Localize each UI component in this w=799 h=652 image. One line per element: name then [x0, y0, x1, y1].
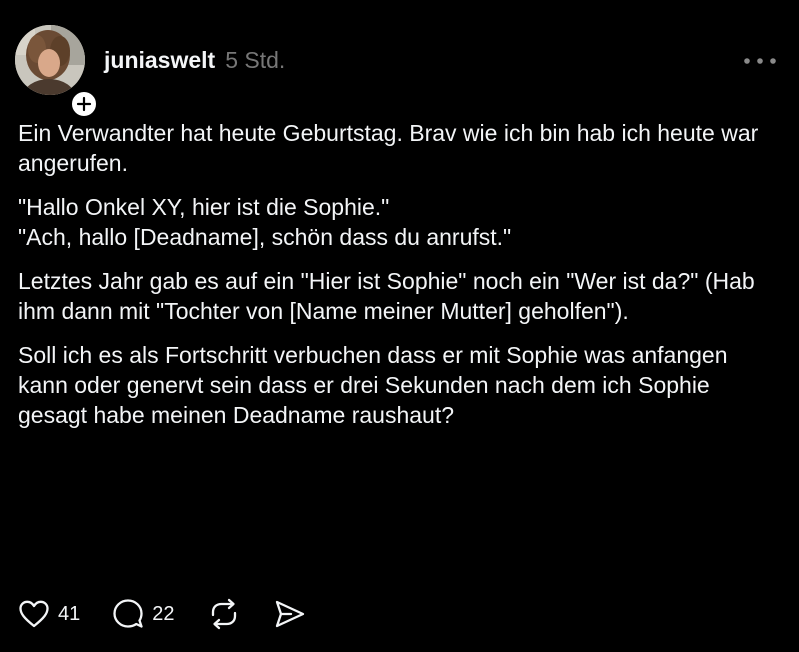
- like-button[interactable]: 41: [18, 599, 80, 629]
- follow-button[interactable]: [69, 89, 99, 119]
- post-header: juniaswelt 5 Std.: [104, 47, 285, 77]
- post-paragraph-3: Letztes Jahr gab es auf ein "Hier ist So…: [18, 268, 755, 324]
- comment-icon: [112, 598, 144, 630]
- post-paragraph-4: Soll ich es als Fortschritt verbuchen da…: [18, 342, 728, 428]
- author-avatar-container[interactable]: [15, 25, 99, 119]
- more-options-button[interactable]: [738, 48, 782, 74]
- plus-icon: [76, 96, 92, 112]
- more-horizontal-icon: [742, 56, 778, 66]
- share-button[interactable]: [273, 598, 307, 630]
- heart-icon: [18, 599, 50, 629]
- send-icon: [273, 598, 307, 630]
- post-paragraph-1: Ein Verwandter hat heute Geburtstag. Bra…: [18, 120, 759, 176]
- repost-icon: [207, 598, 241, 630]
- author-username[interactable]: juniaswelt: [104, 47, 215, 74]
- post-paragraph-2: "Hallo Onkel XY, hier ist die Sophie." "…: [18, 194, 512, 250]
- thread-post: juniaswelt 5 Std. Ein Verwandter hat heu…: [0, 0, 799, 652]
- post-actions: 41 22: [18, 594, 339, 634]
- avatar[interactable]: [15, 25, 85, 95]
- reply-button[interactable]: 22: [112, 598, 175, 630]
- post-body: Ein Verwandter hat heute Geburtstag. Bra…: [18, 118, 783, 444]
- reply-count: 22: [152, 602, 175, 625]
- post-timestamp[interactable]: 5 Std.: [225, 47, 285, 74]
- repost-button[interactable]: [207, 598, 241, 630]
- like-count: 41: [58, 602, 81, 625]
